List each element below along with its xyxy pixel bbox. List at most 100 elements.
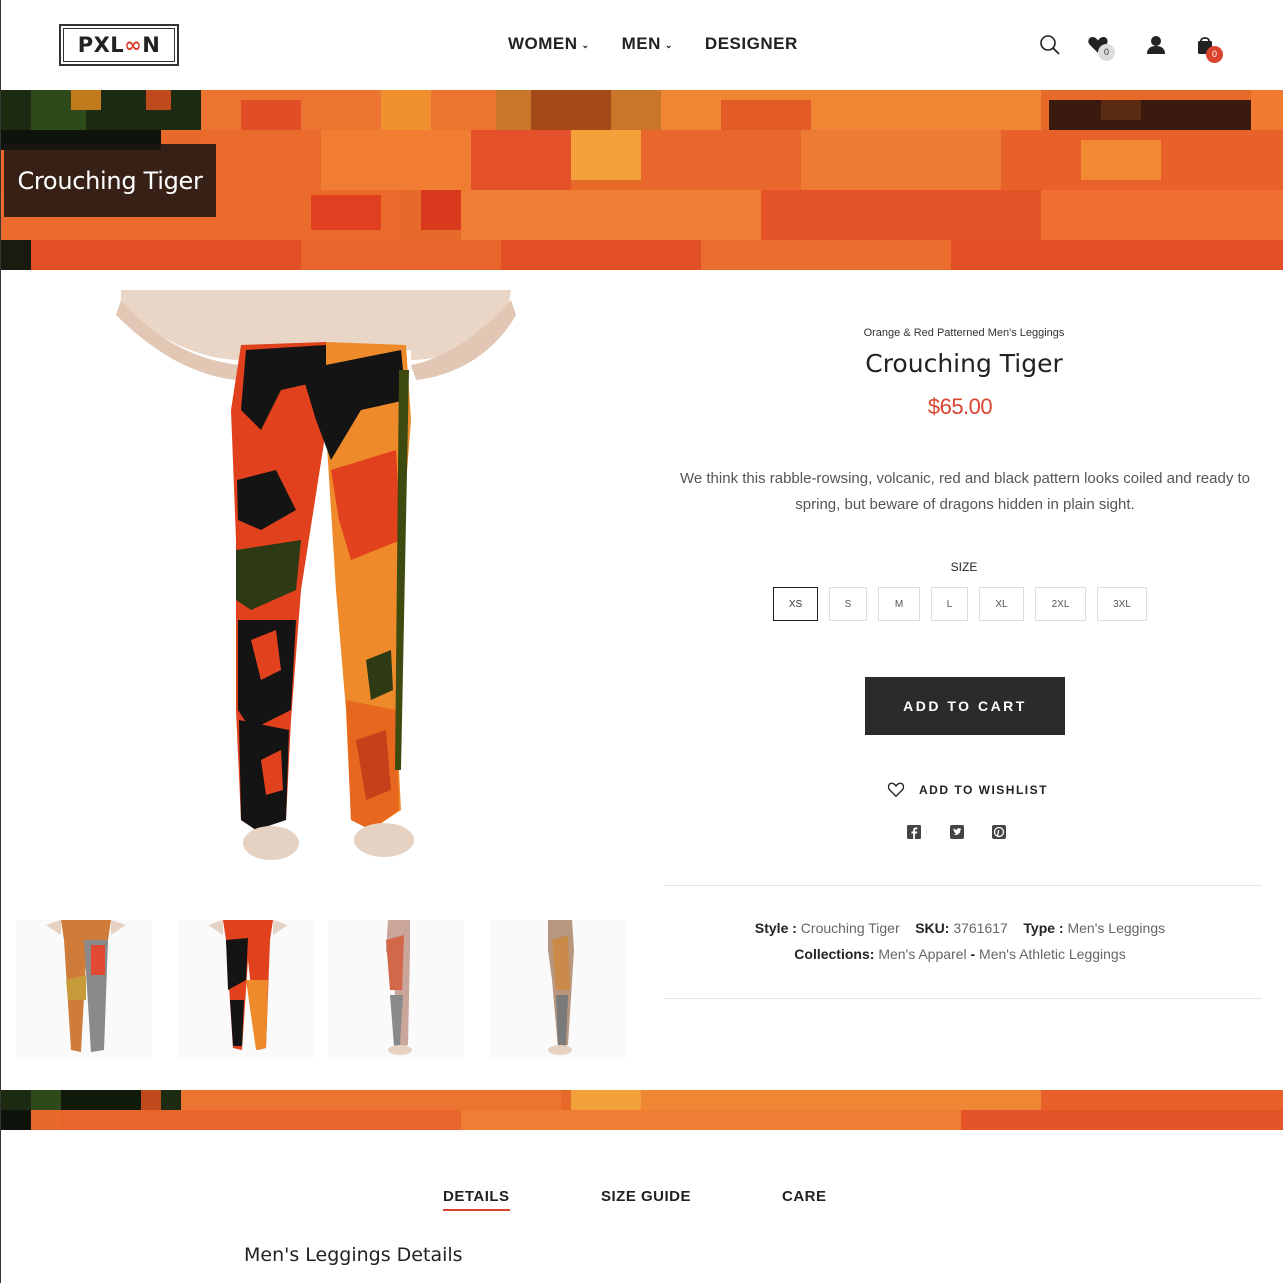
collection-link-mens-athletic-leggings[interactable]: Men's Athletic Leggings [979, 946, 1126, 962]
product-title: Crouching Tiger [865, 349, 1063, 378]
heart-outline-icon [887, 782, 905, 798]
tab-details[interactable]: DETAILS [443, 1188, 510, 1211]
user-icon[interactable] [1145, 34, 1169, 58]
chevron-down-icon: ⌄ [664, 39, 673, 50]
facebook-icon[interactable] [907, 825, 921, 839]
banner-pixel-block [471, 130, 571, 190]
nav-men[interactable]: MEN ⌄ [622, 34, 673, 54]
banner-pixel-block [571, 130, 641, 180]
strip-pixel-block [31, 1090, 61, 1110]
banner-pixel-block [761, 190, 1041, 240]
wishlist-count-badge: 0 [1098, 44, 1115, 61]
product-description: We think this rabble-rowsing, volcanic, … [679, 470, 1251, 513]
product-tabs: DETAILS SIZE GUIDE CARE [1, 1188, 1283, 1218]
wishlist-button[interactable]: 0 [1087, 34, 1115, 61]
cart-button[interactable]: 0 [1194, 34, 1223, 63]
banner-pixel-block [201, 130, 321, 190]
banner-pixel-block [1049, 100, 1251, 130]
banner-pixel-block [381, 90, 431, 130]
banner-pixel-block [301, 240, 501, 270]
product-meta-line-1: Style : Crouching Tiger SKU: 3761617 Typ… [664, 920, 1256, 936]
banner-title-box: Crouching Tiger [4, 144, 216, 217]
product-price: $65.00 [927, 394, 993, 419]
style-value: Crouching Tiger [800, 920, 900, 936]
sku-label: SKU: [915, 920, 950, 936]
logo[interactable]: PXL∞N [59, 24, 179, 66]
banner-pixel-block [1, 240, 1283, 270]
banner-pixel-block [661, 90, 1041, 130]
add-to-wishlist-button[interactable]: ADD TO WISHLIST [887, 782, 1048, 798]
size-option-s[interactable]: S [829, 587, 867, 621]
logo-infinity: ∞ [124, 33, 143, 57]
chevron-down-icon: ⌄ [581, 39, 590, 50]
collection-link-mens-apparel[interactable]: Men's Apparel [878, 946, 966, 962]
banner-pixel-block [1, 240, 31, 270]
hero-banner: Crouching Tiger [1, 90, 1283, 270]
strip-pixel-block [1, 1110, 31, 1130]
nav-women[interactable]: WOMEN ⌄ [508, 34, 590, 54]
type-value: Men's Leggings [1067, 920, 1166, 936]
strip-pixel-block [571, 1090, 641, 1110]
pinterest-icon[interactable] [992, 825, 1006, 839]
strip-pixel-block [641, 1090, 1041, 1110]
search-icon[interactable] [1039, 34, 1063, 58]
strip-pixel-block [61, 1110, 461, 1130]
collections-label: Collections: [794, 946, 875, 962]
logo-text: PXL∞N [78, 33, 161, 57]
strip-pixel-block [181, 1090, 561, 1110]
banner-pixel-block [1101, 100, 1141, 120]
thumbnail-front[interactable] [16, 920, 152, 1060]
add-to-cart-button[interactable]: ADD TO CART [865, 677, 1065, 735]
thumbnail-back[interactable] [178, 920, 314, 1060]
twitter-icon[interactable] [950, 825, 964, 839]
sku-value: 3761617 [953, 920, 1008, 936]
tab-size-guide[interactable]: SIZE GUIDE [601, 1188, 691, 1205]
main-nav: WOMEN ⌄ MEN ⌄ DESIGNER [508, 34, 798, 54]
size-option-m[interactable]: M [878, 587, 920, 621]
cart-count-badge: 0 [1206, 46, 1223, 63]
size-option-xl[interactable]: XL [979, 587, 1024, 621]
size-option-2xl[interactable]: 2XL [1035, 587, 1086, 621]
banner-pixel-block [71, 90, 101, 110]
banner-pixel-block [641, 130, 801, 190]
tab-care[interactable]: CARE [782, 1188, 827, 1205]
site-header: PXL∞N WOMEN ⌄ MEN ⌄ DESIGNER 0 0 [1, 0, 1283, 90]
divider-bottom [664, 998, 1262, 999]
banner-pixel-block [146, 90, 171, 110]
thumbnail-side-left[interactable] [328, 920, 464, 1060]
banner-pixel-block [1081, 140, 1161, 180]
size-option-3xl[interactable]: 3XL [1097, 587, 1147, 621]
nav-men-label: MEN [621, 34, 661, 53]
product-meta-line-2: Collections: Men's Apparel - Men's Athle… [664, 946, 1256, 962]
strip-pixel-block [461, 1110, 961, 1130]
details-heading: Men's Leggings Details [244, 1244, 463, 1266]
strip-pixel-block [141, 1090, 161, 1110]
banner-pixel-block [421, 190, 461, 230]
product-thumbnails [16, 920, 636, 1060]
style-label: Style : [754, 920, 797, 936]
logo-text-left: PXL [77, 33, 125, 57]
banner-pixel-block [701, 240, 951, 270]
banner-pixel-block [1251, 90, 1283, 130]
collection-separator: - [970, 946, 976, 962]
size-option-l[interactable]: L [931, 587, 968, 621]
banner-pixel-block [241, 100, 301, 130]
banner-title: Crouching Tiger [17, 166, 203, 195]
divider-top [664, 885, 1262, 886]
size-option-xs[interactable]: XS [773, 587, 818, 621]
leggings-image [116, 290, 516, 860]
product-subtitle: Orange & Red Patterned Men's Leggings [863, 327, 1065, 339]
logo-text-right: N [142, 33, 161, 57]
banner-pixel-block [321, 130, 471, 190]
banner-pixel-block [1041, 190, 1283, 240]
nav-designer[interactable]: DESIGNER [705, 34, 798, 54]
strip-pixel-block [1041, 1090, 1283, 1110]
banner-pixel-block [461, 190, 761, 240]
strip-pixel-block [61, 1090, 141, 1110]
banner-pixel-block [721, 100, 811, 130]
strip-pixel-block [961, 1110, 1283, 1130]
thumbnail-side-right[interactable] [490, 920, 626, 1060]
nav-designer-label: DESIGNER [704, 34, 798, 53]
banner-pixel-block [311, 195, 381, 230]
product-main-image[interactable] [101, 290, 531, 870]
